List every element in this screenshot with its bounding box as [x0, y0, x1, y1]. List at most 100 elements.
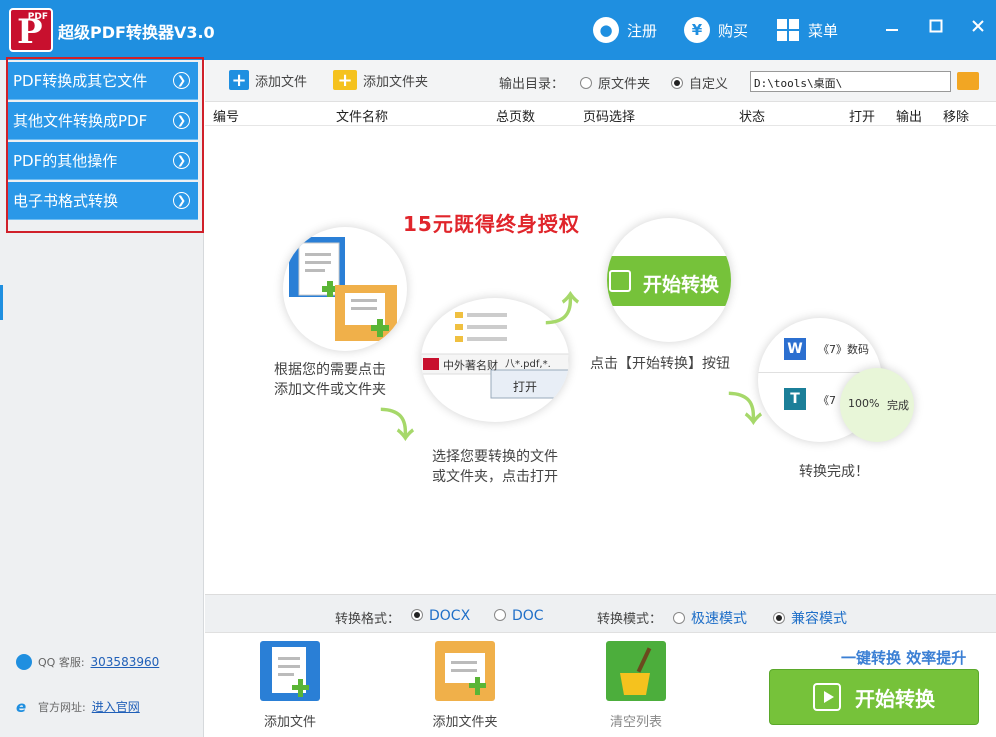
column-header: 输出	[896, 110, 923, 125]
step4-line1: 转换完成！	[799, 464, 869, 480]
toolbar: + 添加文件 + 添加文件夹 输出目录： 原文件夹 自定义 D:\tools\桌…	[205, 60, 996, 102]
radio-label: DOCX	[429, 608, 471, 624]
minimize-icon	[886, 29, 898, 31]
format-doc-radio[interactable]: DOC	[494, 608, 544, 624]
column-header: 页码选择	[583, 110, 636, 125]
add-file-label: 添加文件	[255, 74, 308, 90]
add-folder-icon	[435, 641, 495, 701]
progress-value: 100%	[848, 397, 880, 410]
bubble-result-row2: 《7	[818, 394, 836, 407]
arrow-icon: ⤵	[728, 390, 762, 430]
radio-icon	[494, 609, 506, 621]
radio-icon	[673, 612, 685, 624]
app-title: 超级PDF转换器V3.0	[58, 23, 215, 42]
official-site: e 官方网址: 进入官网	[16, 698, 140, 715]
step2-text: 选择您要转换的文件 或文件夹，点击打开	[432, 447, 558, 487]
title-bar: P PDF 超级PDF转换器V3.0 ● 注册 ¥ 购买 菜单	[0, 0, 996, 60]
play-icon	[609, 270, 631, 292]
register-button[interactable]: ● 注册	[593, 15, 657, 45]
progress-done: 完成	[887, 399, 909, 412]
clear-list-label: 清空列表	[609, 715, 662, 730]
add-folder-button[interactable]: + 添加文件夹	[333, 70, 428, 91]
menu-button[interactable]: 菜单	[776, 15, 838, 45]
column-header: 状态	[739, 110, 766, 125]
mode-compat-radio[interactable]: 兼容模式	[773, 608, 847, 628]
step3-illustration: 开始转换	[607, 218, 731, 342]
play-icon	[813, 683, 841, 711]
bubble-file-filter: 八*.pdf,*.	[505, 359, 551, 370]
format-docx-radio[interactable]: DOCX	[411, 608, 470, 624]
clear-list-button[interactable]: 清空列表	[596, 641, 676, 730]
radio-icon	[580, 77, 592, 89]
close-button[interactable]	[966, 14, 990, 38]
add-file-button[interactable]: + 添加文件	[229, 70, 308, 91]
register-label: 注册	[627, 21, 658, 40]
output-dir-label: 输出目录：	[499, 77, 565, 92]
radio-label: 自定义	[689, 77, 729, 92]
options-bar: 转换格式： DOCX DOC 转换模式： 极速模式 兼容模式	[205, 594, 996, 632]
menu-highlight-frame	[6, 57, 204, 233]
bottom-add-file-button[interactable]: 添加文件	[250, 641, 330, 730]
buy-button[interactable]: ¥ 购买	[684, 15, 748, 45]
start-convert-label: 开始转换	[855, 686, 935, 711]
radio-checked-icon	[773, 612, 785, 624]
yen-icon: ¥	[684, 17, 710, 43]
add-file-icon: +	[229, 70, 249, 91]
output-custom-radio[interactable]: 自定义	[671, 73, 728, 92]
start-convert-button[interactable]: 开始转换	[769, 669, 979, 725]
close-icon	[972, 20, 984, 32]
sidebar-accent	[0, 285, 3, 320]
column-header: 编号	[213, 110, 240, 125]
radio-label: 原文件夹	[598, 77, 651, 92]
step2-line2: 或文件夹，点击打开	[432, 469, 558, 485]
menu-label: 菜单	[808, 21, 839, 40]
broom-icon	[606, 641, 666, 701]
format-label: 转换格式：	[335, 612, 401, 627]
bubble-result-row1: 《7》数码	[818, 343, 869, 356]
radio-checked-icon	[671, 77, 683, 89]
radio-label: 兼容模式	[791, 611, 847, 627]
word-icon: W	[784, 338, 806, 360]
browse-folder-icon[interactable]	[957, 72, 979, 90]
bubble-file-name: 中外著名财	[443, 359, 498, 372]
bubble-open-button: 打开	[513, 380, 538, 394]
buy-label: 购买	[718, 21, 749, 40]
mode-fast-radio[interactable]: 极速模式	[673, 608, 747, 628]
output-original-radio[interactable]: 原文件夹	[580, 73, 650, 92]
step2-line1: 选择您要转换的文件	[432, 449, 558, 465]
arrow-icon: ⤴	[545, 290, 579, 330]
app-logo: P PDF	[9, 8, 53, 52]
step4-text: 转换完成！	[799, 462, 869, 482]
output-path-input[interactable]: D:\tools\桌面\	[750, 71, 951, 92]
column-header: 总页数	[496, 110, 536, 125]
step3-line1: 点击【开始转换】按钮	[590, 356, 730, 372]
maximize-button[interactable]	[924, 14, 948, 38]
qq-icon	[16, 654, 32, 670]
arrow-icon: ⤵	[380, 406, 414, 446]
minimize-button[interactable]	[880, 14, 904, 38]
site-link[interactable]: 进入官网	[92, 698, 140, 715]
browser-icon: e	[16, 697, 27, 716]
step3-text: 点击【开始转换】按钮	[590, 354, 730, 374]
qq-label: QQ 客服:	[38, 656, 85, 669]
column-header: 打开	[849, 110, 876, 125]
file-table-header: 编号 文件名称 总页数 页码选择 状态 打开 输出 移除	[205, 102, 996, 126]
bottom-add-folder-label: 添加文件夹	[432, 715, 498, 730]
add-files-illustration-icon	[289, 237, 397, 341]
add-file-icon	[260, 641, 320, 701]
text-file-icon: T	[784, 388, 806, 410]
radio-label: 极速模式	[691, 611, 747, 627]
column-header: 移除	[943, 110, 970, 125]
action-bar: 添加文件 添加文件夹 清空列表 一键转换 效率提升 开始转换	[205, 632, 996, 737]
step1-illustration	[283, 227, 407, 351]
qq-support: QQ 客服: 303583960	[16, 654, 159, 670]
slogan-text: 一键转换 效率提升	[841, 649, 967, 667]
step1-line1: 根据您的需要点击	[274, 362, 386, 378]
site-label: 官方网址:	[38, 700, 86, 714]
bubble-start-label: 开始转换	[643, 274, 720, 296]
bottom-add-folder-button[interactable]: 添加文件夹	[425, 641, 505, 730]
qq-link[interactable]: 303583960	[91, 655, 160, 669]
column-header: 文件名称	[336, 110, 389, 125]
add-folder-icon: +	[333, 70, 357, 91]
radio-checked-icon	[411, 609, 423, 621]
